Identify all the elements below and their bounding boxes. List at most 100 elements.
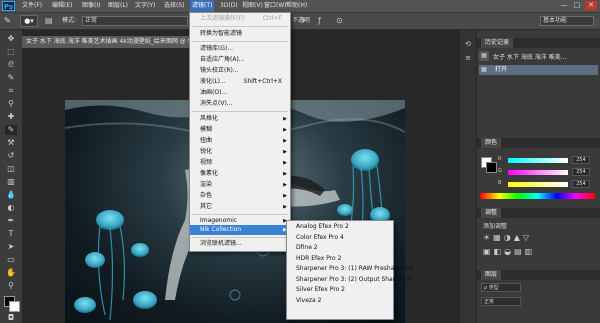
- crop-icon[interactable]: ⌗: [5, 86, 17, 96]
- bg-color-swatch[interactable]: [486, 162, 497, 173]
- menu-item-blur[interactable]: 模糊 ▶: [190, 125, 290, 135]
- menu-image[interactable]: 图像(I): [82, 0, 100, 12]
- background-color-swatch[interactable]: [9, 301, 20, 312]
- marquee-icon[interactable]: ⬚: [5, 47, 17, 57]
- menu-type[interactable]: 文字(Y): [135, 0, 155, 12]
- blue-value[interactable]: 254: [572, 180, 590, 188]
- submenu-arrow-icon: ▶: [283, 204, 287, 210]
- submenu-arrow-icon: ▶: [283, 160, 287, 166]
- menu-item-label: 液化(L)...: [200, 78, 226, 85]
- brush-preset-picker[interactable]: ●▾: [20, 15, 38, 27]
- menu-help[interactable]: 帮助(H): [286, 0, 307, 12]
- snapshot-thumbnail: ▦: [479, 51, 489, 61]
- history-state-open[interactable]: ▦ 打开: [479, 65, 598, 75]
- menu-item-oil-paint[interactable]: 油画(O)...: [190, 88, 290, 98]
- blue-label: B: [498, 180, 502, 186]
- brush-panel-icon[interactable]: ▤: [45, 16, 55, 26]
- dodge-icon[interactable]: ◐: [5, 203, 17, 213]
- move-icon[interactable]: ✥: [5, 34, 17, 44]
- menu-window[interactable]: 窗口(W): [264, 0, 287, 12]
- menu-item-label: 扭曲: [200, 137, 213, 144]
- menu-item-viveza[interactable]: Viveza 2: [287, 296, 393, 307]
- menu-filter[interactable]: 滤镜(T): [190, 0, 215, 12]
- shape-icon[interactable]: ▭: [5, 255, 17, 265]
- menu-separator: [192, 111, 288, 112]
- menu-item-render[interactable]: 渲染 ▶: [190, 180, 290, 190]
- blur-icon[interactable]: 💧: [5, 190, 17, 200]
- workspace-select[interactable]: 基本功能: [540, 16, 594, 26]
- menu-separator: [192, 41, 288, 42]
- menu-item-sharpen[interactable]: 锐化 ▶: [190, 147, 290, 157]
- menu-item-output-sharpener[interactable]: Sharpener Pro 3: (2) Output Sharpener: [287, 275, 413, 286]
- menu-item-stylize[interactable]: 风格化 ▶: [190, 114, 290, 124]
- menu-item-liquify[interactable]: 液化(L)... Shift+Ctrl+X: [190, 77, 290, 87]
- menu-item-filter-gallery[interactable]: 滤镜库(G)...: [190, 44, 290, 54]
- menu-item-distort[interactable]: 扭曲 ▶: [190, 136, 290, 146]
- type-icon[interactable]: T: [5, 229, 17, 239]
- color-tab[interactable]: 颜色: [481, 138, 502, 148]
- quick-mask-icon[interactable]: ◘: [5, 313, 17, 323]
- adjustment-icons-row2[interactable]: ▣◧◒▤▥: [483, 247, 535, 256]
- quick-select-icon[interactable]: ✎: [5, 73, 17, 83]
- menu-item-other[interactable]: 其它 ▶: [190, 202, 290, 212]
- pressure-icon[interactable]: ⊙: [336, 16, 346, 26]
- adjust-panel: 添加调整 ☀▦◑▲▽ ▣◧◒▤▥: [477, 219, 600, 267]
- red-slider-track[interactable]: [508, 158, 568, 163]
- gradient-icon[interactable]: ▥: [5, 177, 17, 187]
- menu-item-pixelate[interactable]: 像素化 ▶: [190, 169, 290, 179]
- color-spectrum-ramp[interactable]: [480, 193, 595, 199]
- history-snapshot-label[interactable]: 女子 水下 海底 海洋 唯美...: [493, 52, 566, 61]
- green-slider-track[interactable]: [508, 170, 568, 175]
- maximize-icon[interactable]: □: [571, 1, 583, 10]
- menu-item-nik-collection[interactable]: Nik Collection▶: [190, 225, 290, 235]
- flow-icon[interactable]: ƒ: [318, 16, 328, 26]
- stamp-icon[interactable]: ⚒: [5, 138, 17, 148]
- menu-file[interactable]: 文件(F): [22, 0, 42, 12]
- zoom-icon[interactable]: ⚲: [5, 281, 17, 291]
- hand-icon[interactable]: ✋: [5, 268, 17, 278]
- eyedropper-icon[interactable]: ⚲: [5, 99, 17, 109]
- menu-item-silver-efex[interactable]: Silver Efex Pro 2: [287, 285, 393, 296]
- menu-item-noise[interactable]: 杂色 ▶: [190, 191, 290, 201]
- properties-panel-icon[interactable]: ≡: [463, 54, 473, 63]
- menu-item-smart-filter[interactable]: 转换为智能滤镜: [190, 29, 290, 39]
- menu-select[interactable]: 选择(S): [164, 0, 185, 12]
- layers-tab[interactable]: 图层: [481, 270, 502, 280]
- menu-view[interactable]: 视图(V): [242, 0, 263, 12]
- eraser-icon[interactable]: ◫: [5, 164, 17, 174]
- menu-item-raw-presharpener[interactable]: Sharpener Pro 3: (1) RAW Presharpener: [287, 264, 414, 275]
- adjustment-icons-row1[interactable]: ☀▦◑▲▽: [483, 233, 532, 242]
- menu-layer[interactable]: 图层(L): [108, 0, 128, 12]
- menu-item-adaptive-wide-angle[interactable]: 自适应广角(A)...: [190, 55, 290, 65]
- menu-item-hdr-efex[interactable]: HDR Efex Pro 2: [287, 254, 393, 265]
- blue-slider-track[interactable]: [508, 182, 568, 187]
- brush-tool-icon[interactable]: ✎: [5, 125, 17, 135]
- adjust-tab[interactable]: 调整: [481, 208, 502, 218]
- menu-3d[interactable]: 3D(D): [220, 0, 238, 12]
- menu-item-color-efex[interactable]: Color Efex Pro 4: [287, 233, 393, 244]
- red-value[interactable]: 254: [572, 156, 590, 164]
- path-select-icon[interactable]: ➤: [5, 242, 17, 252]
- menu-item-analog-efex[interactable]: Analog Efex Pro 2: [287, 222, 393, 233]
- blend-mode-select[interactable]: 正常: [481, 297, 521, 306]
- brush-icon[interactable]: ✎: [4, 16, 14, 26]
- mode-select[interactable]: 正常: [82, 16, 188, 26]
- menu-item-vanishing-point[interactable]: 消失点(V)...: [190, 99, 290, 109]
- menu-edit[interactable]: 编辑(E): [52, 0, 72, 12]
- submenu-arrow-icon: ▶: [283, 149, 287, 155]
- menu-item-video[interactable]: 视频 ▶: [190, 158, 290, 168]
- lasso-icon[interactable]: ᘓ: [5, 60, 17, 70]
- menu-item-browse-online[interactable]: 浏览联机滤镜...: [190, 239, 290, 249]
- healing-icon[interactable]: ✚: [5, 112, 17, 122]
- history-tab[interactable]: 历史记录: [481, 38, 514, 48]
- menu-item-lens-correction[interactable]: 镜头校正(R)...: [190, 66, 290, 76]
- pen-icon[interactable]: ✒: [5, 216, 17, 226]
- minimize-icon[interactable]: —: [558, 1, 570, 10]
- menu-item-dfine[interactable]: Dfine 2: [287, 243, 393, 254]
- history-brush-icon[interactable]: ↺: [5, 151, 17, 161]
- close-icon[interactable]: ✕: [585, 1, 597, 10]
- history-panel-icon[interactable]: ⟲: [463, 40, 473, 49]
- layer-filter-select[interactable]: ρ 类型: [481, 283, 521, 292]
- green-value[interactable]: 254: [572, 168, 590, 176]
- airbrush-icon[interactable]: ✈: [300, 16, 310, 26]
